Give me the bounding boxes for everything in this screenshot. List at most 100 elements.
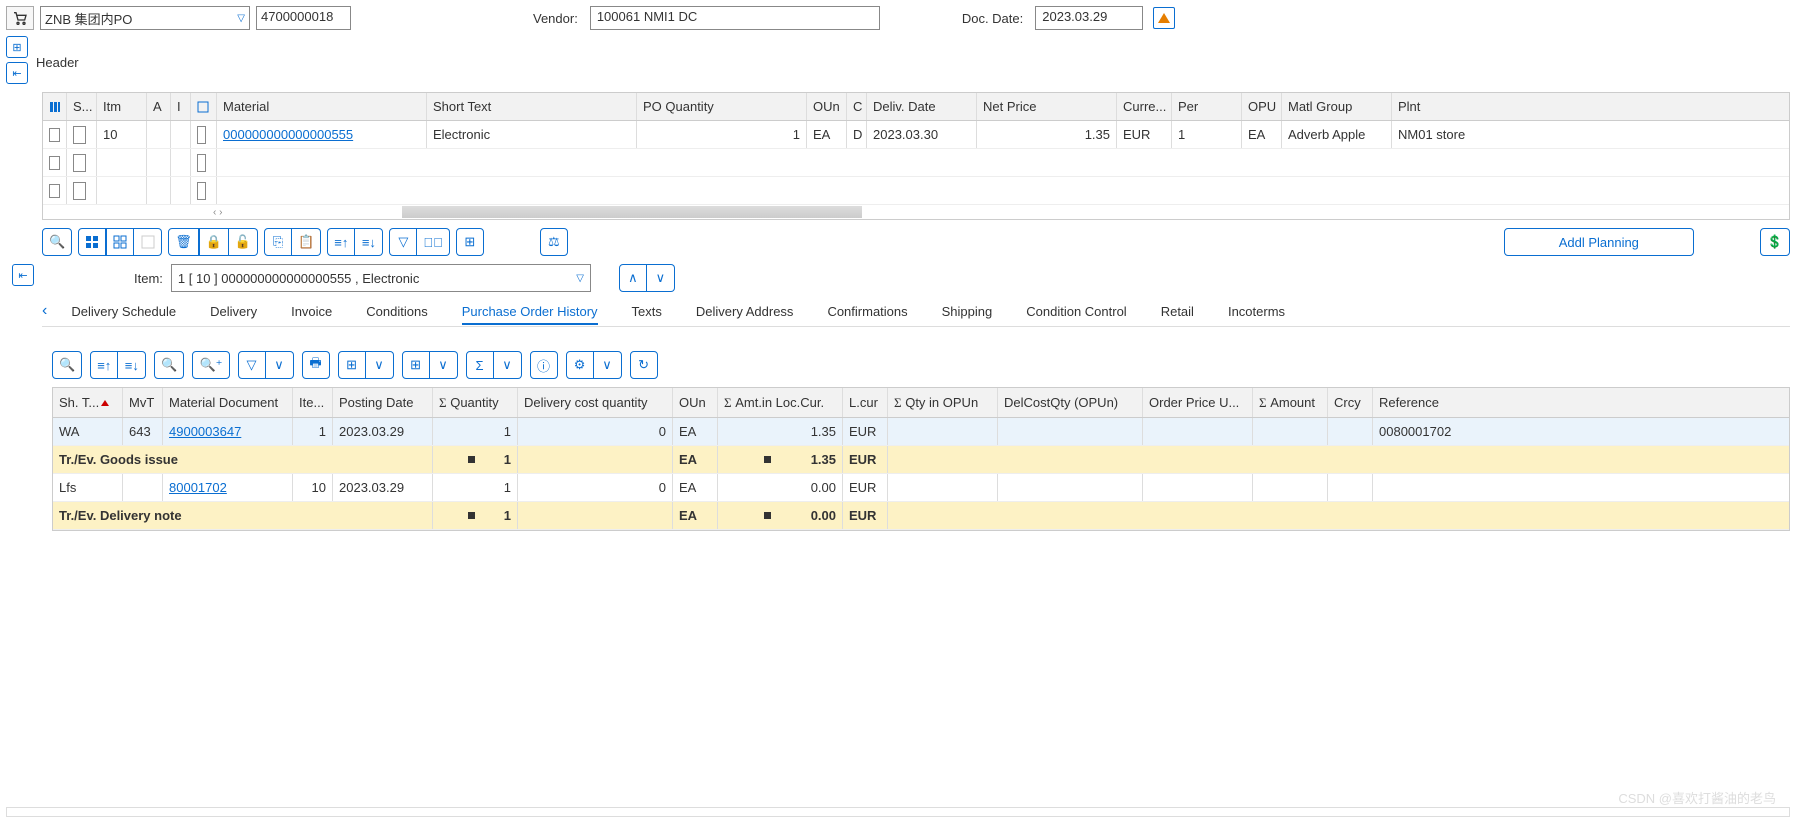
table-row[interactable] [43, 149, 1789, 177]
vendor-input[interactable]: 100061 NMI1 DC [590, 6, 880, 30]
item-down-button[interactable]: ∨ [647, 264, 675, 292]
po-number-input[interactable]: 4700000018 [256, 6, 351, 30]
row-checkbox[interactable] [49, 184, 60, 198]
cell-qty[interactable]: 1 [637, 121, 807, 148]
info-button[interactable]: ⓘ [530, 351, 558, 379]
hcol-amount[interactable]: Amount [1270, 395, 1315, 410]
status-box[interactable] [73, 182, 86, 200]
tab-texts[interactable]: Texts [632, 304, 662, 319]
expand-header-button[interactable]: ⊞ [6, 36, 28, 58]
col-opu[interactable]: OPU [1242, 93, 1282, 120]
hcol-mvt[interactable]: MvT [123, 388, 163, 417]
layout-button[interactable]: ⊞ [456, 228, 484, 256]
hcol-lcur[interactable]: L.cur [843, 388, 888, 417]
col-itm[interactable]: Itm [97, 93, 147, 120]
collapse-item-button[interactable]: ⇤ [12, 264, 34, 286]
icon-box[interactable] [197, 182, 206, 200]
unlock-button[interactable]: 🔓 [229, 228, 258, 256]
tab-scroll-left[interactable]: ‹ [42, 302, 47, 320]
hcol-qopu[interactable]: Qty in OPUn [905, 395, 978, 410]
col-per[interactable]: Per [1172, 93, 1242, 120]
status-box[interactable] [73, 154, 86, 172]
tab-delivery[interactable]: Delivery [210, 304, 257, 319]
filter-off-button[interactable]: ▽⃠ [417, 228, 450, 256]
copy-button[interactable]: ⎘ [264, 228, 292, 256]
print-button[interactable]: 🖶 [302, 351, 330, 379]
hcol-ite[interactable]: Ite... [293, 388, 333, 417]
find-button[interactable]: 🔍 [154, 351, 184, 379]
tab-purchase-order-history[interactable]: Purchase Order History [462, 304, 598, 325]
hcol-dcq[interactable]: Delivery cost quantity [518, 388, 673, 417]
item-up-button[interactable]: ∧ [619, 264, 647, 292]
find-next-button[interactable]: 🔍⁺ [192, 351, 229, 379]
item-select[interactable]: 1 [ 10 ] 000000000000000555 , Electronic… [171, 264, 591, 292]
cell-net[interactable]: 1.35 [977, 121, 1117, 148]
icon-box[interactable] [197, 154, 206, 172]
cell-per[interactable]: 1 [1172, 121, 1242, 148]
history-row[interactable]: WA643490000364712023.03.2910EA1.35EUR008… [53, 418, 1789, 446]
hcol-pdate[interactable]: Posting Date [333, 388, 433, 417]
col-curr[interactable]: Curre... [1117, 93, 1172, 120]
hcol-oun[interactable]: OUn [673, 388, 718, 417]
tab-conditions[interactable]: Conditions [366, 304, 427, 319]
alert-button[interactable] [1153, 7, 1175, 29]
hcol-mdoc[interactable]: Material Document [163, 388, 293, 417]
select-block-button[interactable] [134, 228, 162, 256]
export-menu-button[interactable]: ∨ [366, 351, 394, 379]
cell-deliv[interactable]: 2023.03.30 [867, 121, 977, 148]
tab-delivery-address[interactable]: Delivery Address [696, 304, 794, 319]
col-qty[interactable]: PO Quantity [637, 93, 807, 120]
settings-menu-button[interactable]: ∨ [594, 351, 622, 379]
sort-desc-button[interactable]: ≡↓ [355, 228, 383, 256]
lock-button[interactable]: 🔒 [199, 228, 229, 256]
hcol-crcy[interactable]: Crcy [1328, 388, 1373, 417]
refresh-button[interactable]: ↻ [630, 351, 658, 379]
detail-button[interactable]: 🔍 [42, 228, 72, 256]
filter-menu-button[interactable]: ∨ [266, 351, 294, 379]
history-row[interactable]: Tr./Ev. Delivery note1EA0.00EUR [53, 502, 1789, 530]
cell-material[interactable]: 000000000000000555 [217, 121, 427, 148]
price-button[interactable]: 💲 [1760, 228, 1790, 256]
layout-menu-button[interactable]: ∨ [430, 351, 458, 379]
total-menu-button[interactable]: ∨ [494, 351, 522, 379]
tab-invoice[interactable]: Invoice [291, 304, 332, 319]
filter-button[interactable]: ▽ [238, 351, 266, 379]
sort-asc-button[interactable]: ≡↑ [90, 351, 118, 379]
table-row[interactable] [43, 177, 1789, 205]
col-short[interactable]: Short Text [427, 93, 637, 120]
scroll-left-icon[interactable]: ‹ › [213, 207, 222, 218]
hcol-sht[interactable]: Sh. T... [59, 395, 99, 410]
doc-type-select[interactable]: ZNB 集团内PO ▽ [40, 6, 250, 30]
tab-retail[interactable]: Retail [1161, 304, 1194, 319]
addl-planning-button[interactable]: Addl Planning [1504, 228, 1694, 256]
detail-button[interactable]: 🔍 [52, 351, 82, 379]
history-row[interactable]: Lfs80001702102023.03.2910EA0.00EUR [53, 474, 1789, 502]
col-net[interactable]: Net Price [977, 93, 1117, 120]
col-deliv[interactable]: Deliv. Date [867, 93, 977, 120]
horizontal-scrollbar[interactable] [402, 206, 862, 218]
docdate-input[interactable]: 2023.03.29 [1035, 6, 1143, 30]
layout-button[interactable]: ⊞ [402, 351, 430, 379]
hcol-opu[interactable]: Order Price U... [1143, 388, 1253, 417]
tab-shipping[interactable]: Shipping [942, 304, 993, 319]
hcol-dcqo[interactable]: DelCostQty (OPUn) [998, 388, 1143, 417]
settings-button[interactable]: ⚙ [566, 351, 594, 379]
tab-confirmations[interactable]: Confirmations [827, 304, 907, 319]
col-material[interactable]: Material [217, 93, 427, 120]
col-oun[interactable]: OUn [807, 93, 847, 120]
table-row[interactable]: 10 000000000000000555 Electronic 1 EA D … [43, 121, 1789, 149]
row-checkbox[interactable] [49, 156, 60, 170]
tab-incoterms[interactable]: Incoterms [1228, 304, 1285, 319]
history-row[interactable]: Tr./Ev. Goods issue1EA1.35EUR [53, 446, 1789, 474]
col-a[interactable]: A [147, 93, 171, 120]
col-matg[interactable]: Matl Group [1282, 93, 1392, 120]
col-c[interactable]: C [847, 93, 867, 120]
deselect-all-button[interactable] [106, 228, 134, 256]
tab-delivery-schedule[interactable]: Delivery Schedule [71, 304, 176, 319]
status-box[interactable] [73, 126, 86, 144]
sort-desc-button[interactable]: ≡↓ [118, 351, 146, 379]
row-checkbox[interactable] [49, 128, 60, 142]
total-button[interactable]: Σ [466, 351, 494, 379]
export-button[interactable]: ⊞ [338, 351, 366, 379]
balance-button[interactable]: ⚖ [540, 228, 568, 256]
